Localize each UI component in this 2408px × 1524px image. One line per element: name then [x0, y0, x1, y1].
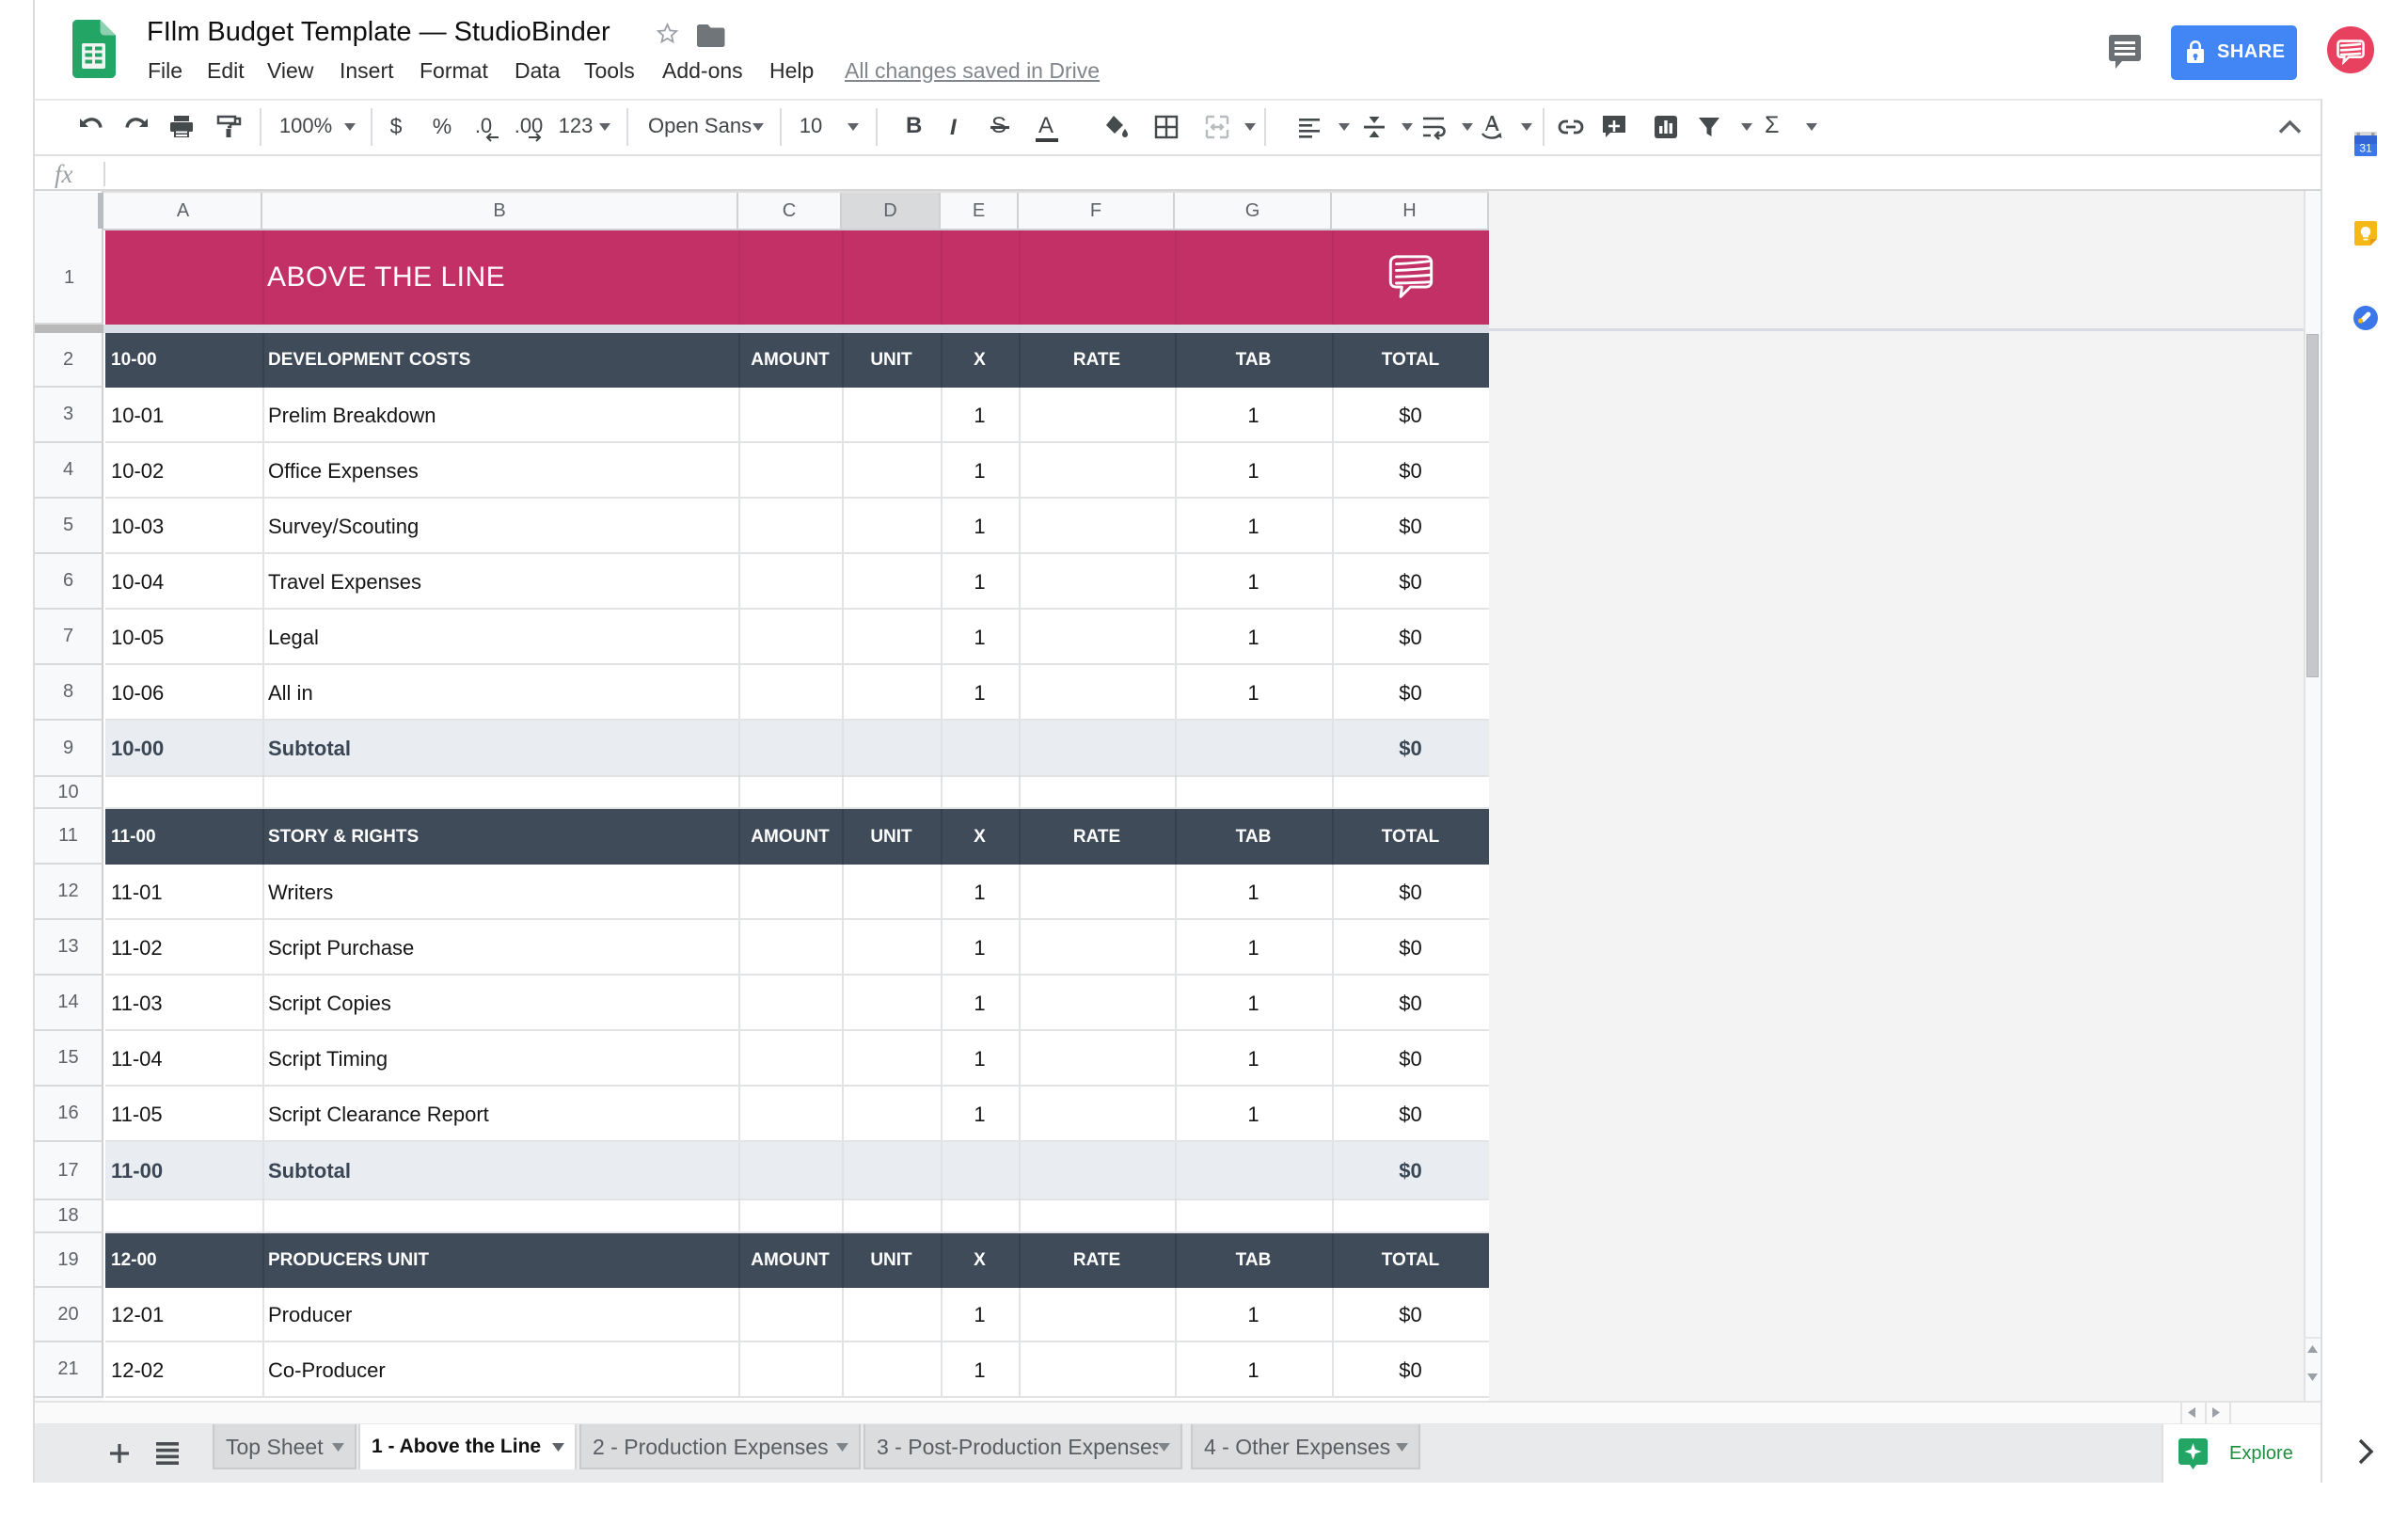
svg-text:31: 31 — [2359, 142, 2372, 155]
